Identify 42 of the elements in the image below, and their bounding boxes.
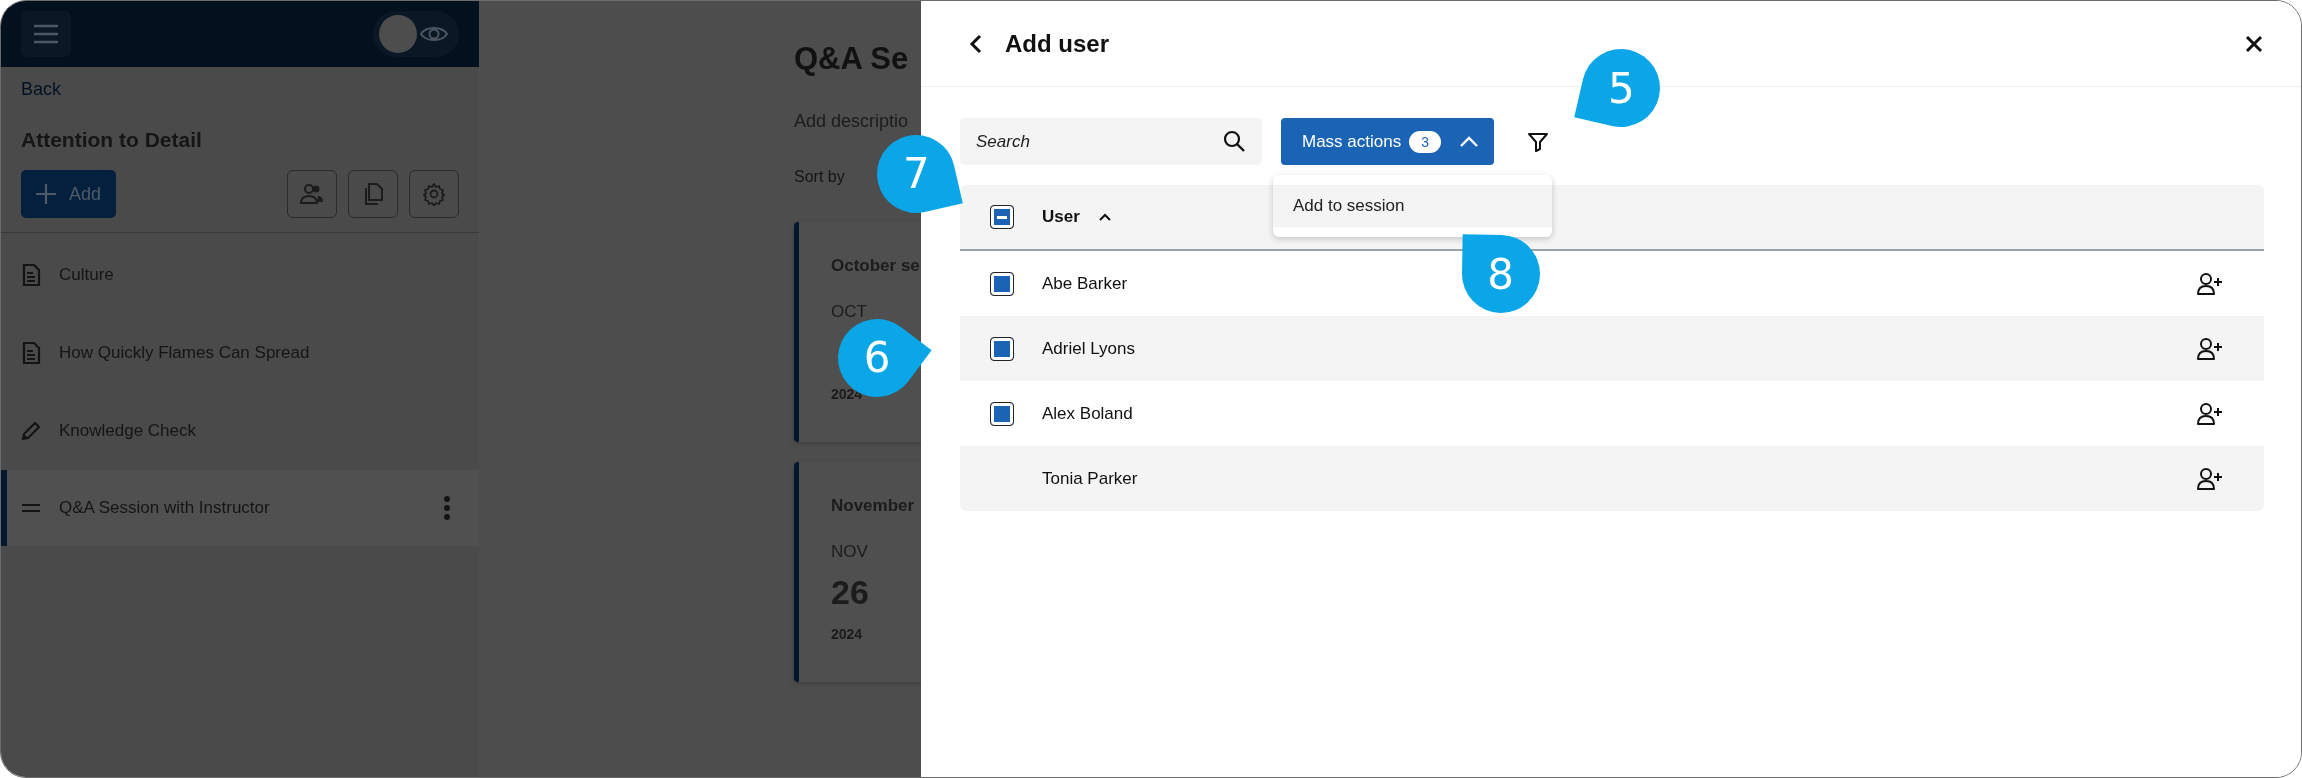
user-name: Alex Boland (1042, 403, 1133, 424)
copy-icon (363, 182, 383, 206)
user-row[interactable]: Tonia Parker (960, 446, 2264, 511)
pencil-icon (21, 421, 41, 441)
user-name: Adriel Lyons (1042, 338, 1135, 359)
document-icon (21, 342, 41, 364)
document-icon (21, 264, 41, 286)
count-badge: 3 (1409, 130, 1441, 153)
row-checkbox[interactable] (990, 271, 1014, 296)
lines-icon (21, 503, 41, 513)
menu-button[interactable] (21, 11, 71, 57)
user-name: Abe Barker (1042, 273, 1128, 294)
add-user-icon[interactable] (2196, 466, 2224, 491)
sort-label: Sort by (794, 168, 845, 186)
user-row[interactable]: Adriel Lyons (960, 316, 2264, 381)
users-icon (300, 183, 324, 205)
lesson-item[interactable]: Q&A Session with Instructor (1, 470, 479, 546)
plus-icon (35, 183, 57, 205)
chevron-left-icon[interactable] (969, 32, 983, 55)
back-link[interactable]: Back (21, 79, 62, 100)
close-icon[interactable] (2245, 34, 2263, 53)
mass-actions-button[interactable]: Mass actions 3 (1281, 118, 1494, 165)
drawer-title: Add user (1005, 29, 1109, 58)
user-name: Tonia Parker (1042, 468, 1138, 489)
add-user-icon[interactable] (2196, 336, 2224, 361)
add-button[interactable]: Add (21, 170, 117, 218)
gear-icon (422, 182, 446, 206)
chevron-icon (1459, 135, 1479, 148)
row-checkbox[interactable] (990, 336, 1014, 361)
add-user-icon[interactable] (2196, 401, 2224, 426)
menu-icon (33, 24, 59, 44)
search-icon[interactable] (1222, 129, 1246, 153)
filter-icon[interactable] (1527, 130, 1549, 153)
add-user-icon[interactable] (2196, 271, 2224, 296)
search-field[interactable]: Search (960, 118, 1262, 165)
row-checkbox[interactable] (990, 401, 1014, 426)
column-header[interactable]: User (1042, 207, 1080, 227)
menu-item[interactable]: Add to session (1273, 185, 1552, 227)
lesson-title: Q&A Session with Instructor (59, 498, 270, 518)
preview-toggle[interactable] (373, 11, 459, 57)
page-title: Q&A Se (794, 41, 910, 77)
select-all-checkbox[interactable] (990, 205, 1014, 229)
